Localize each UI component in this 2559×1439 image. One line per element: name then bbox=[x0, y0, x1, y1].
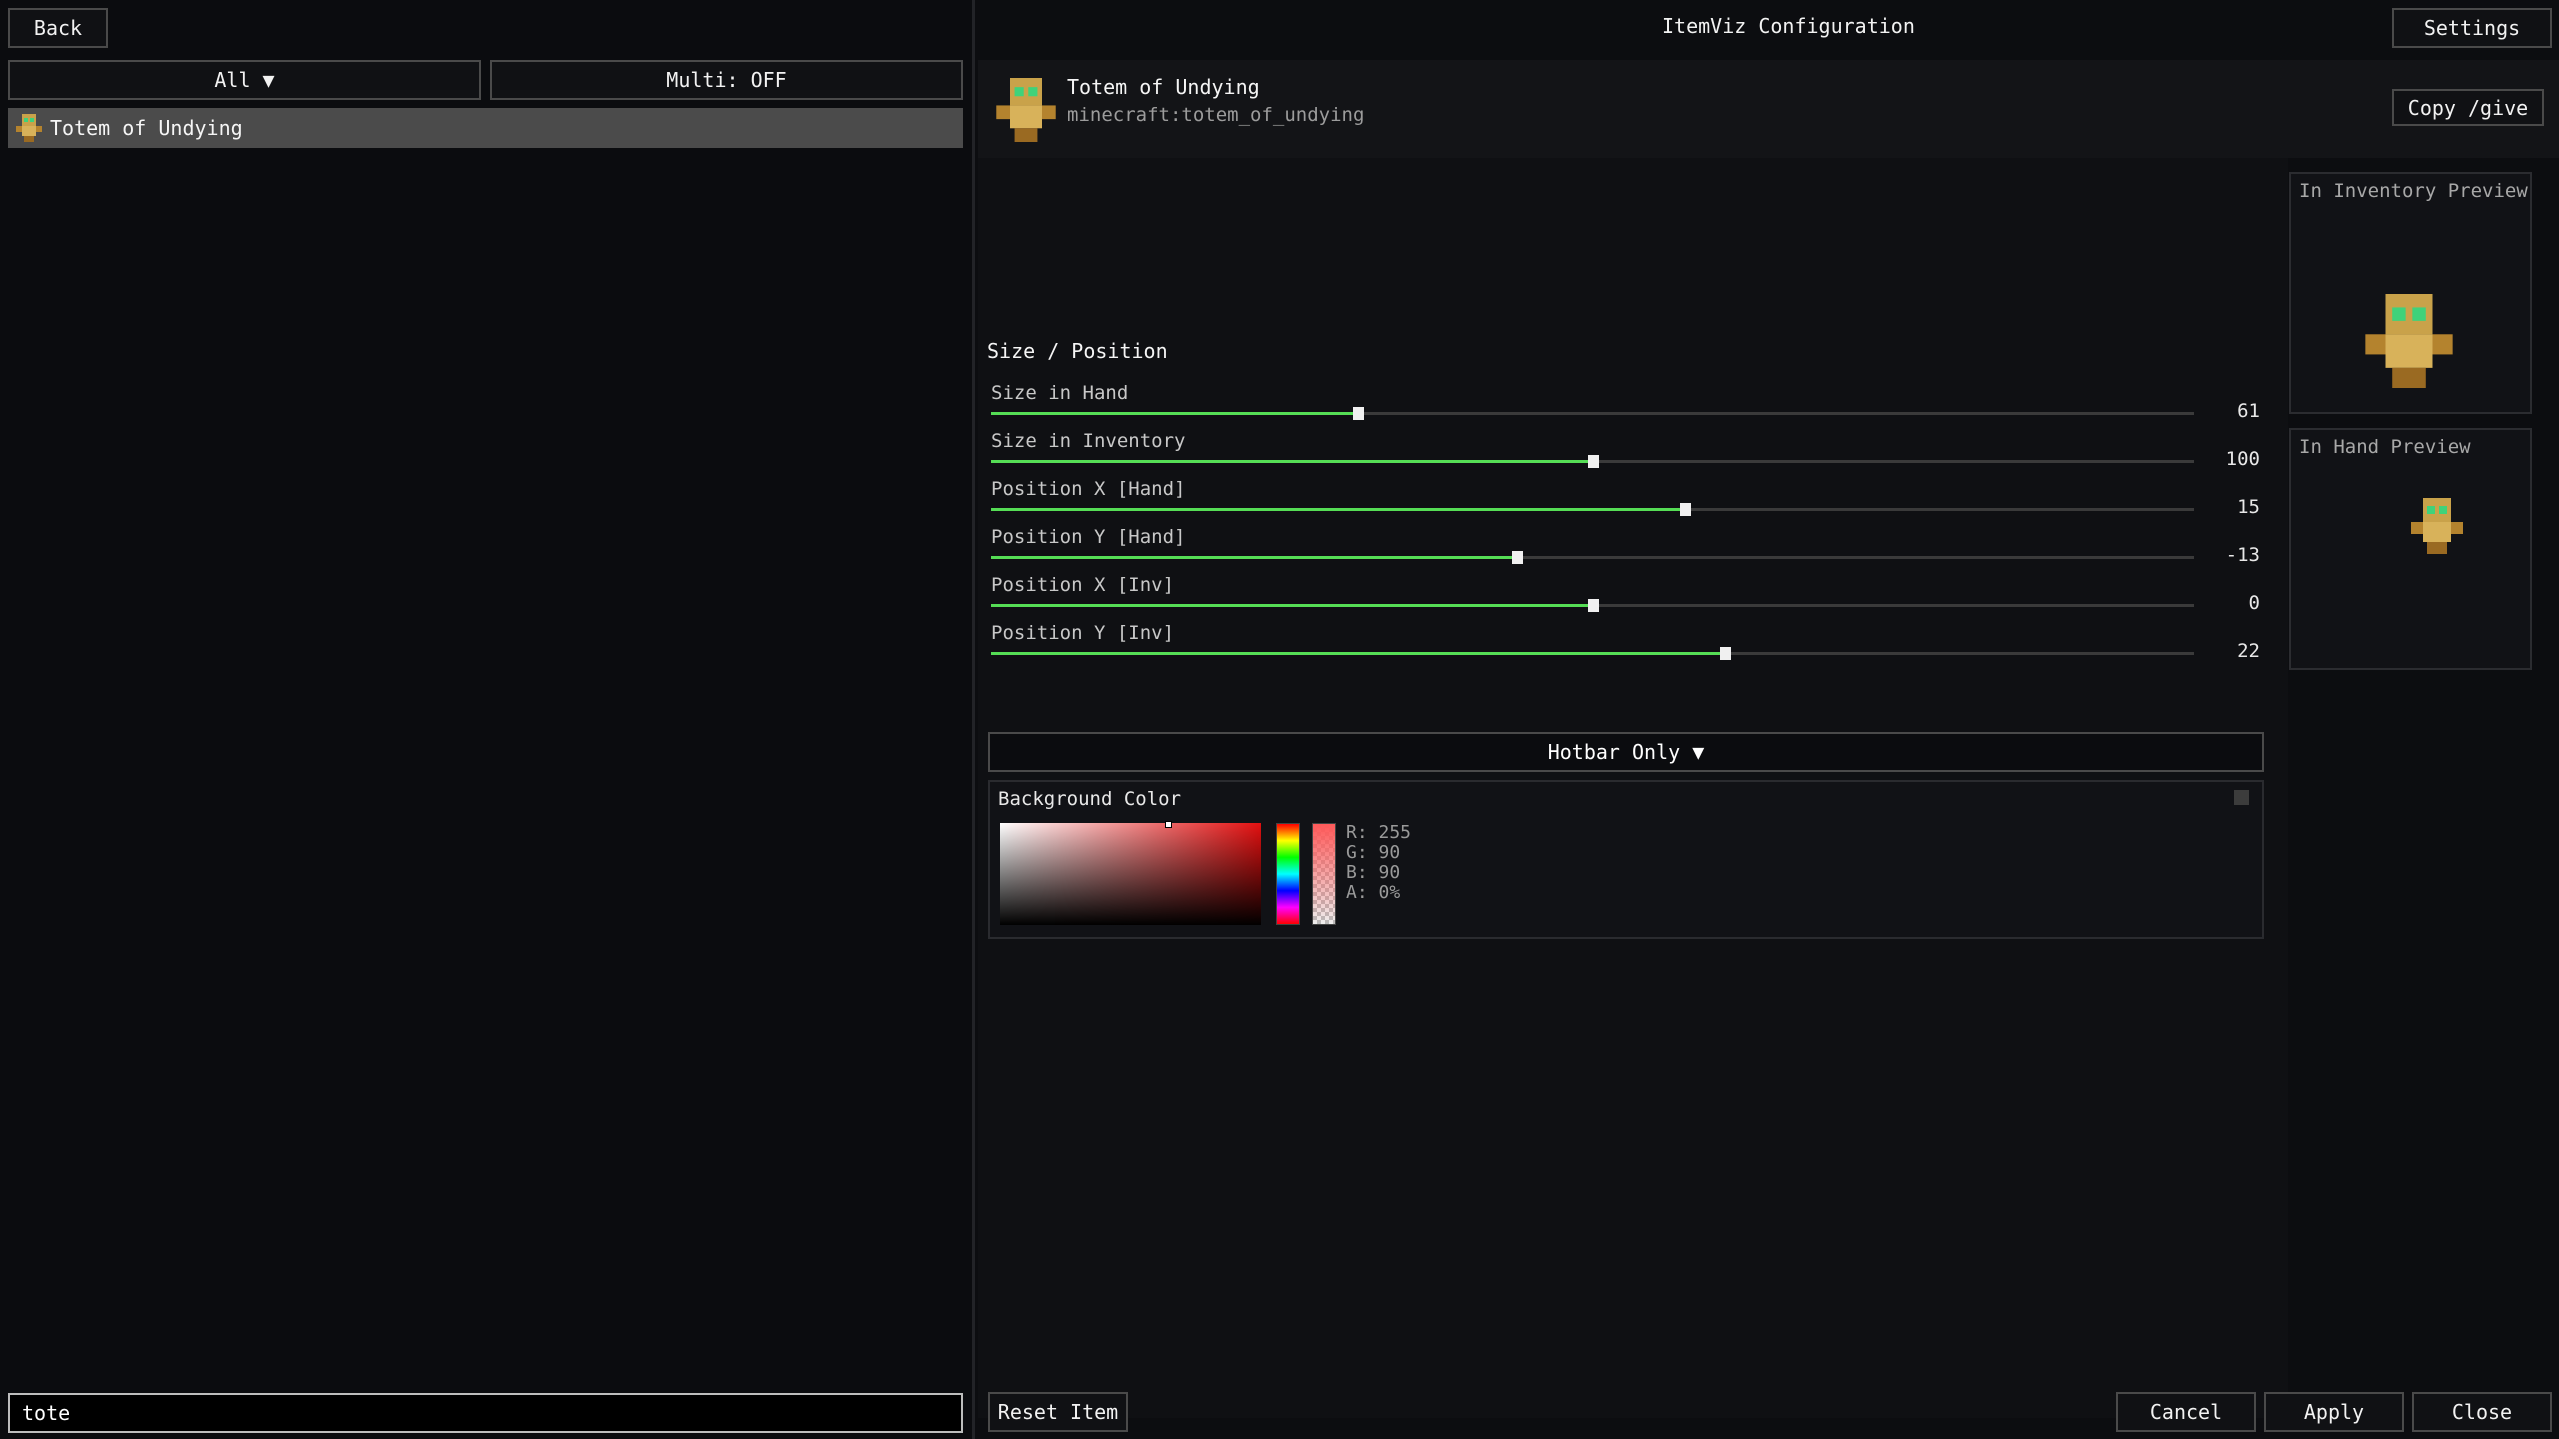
slider-value: 15 bbox=[2237, 496, 2260, 518]
green-value: G: 90 bbox=[1346, 842, 1401, 863]
slider-value: 100 bbox=[2225, 448, 2260, 470]
slider-handle[interactable] bbox=[1587, 455, 1599, 468]
saturation-value-picker[interactable] bbox=[1000, 823, 1261, 925]
display-mode-dropdown[interactable]: Hotbar Only ▼ bbox=[988, 732, 2264, 772]
inventory-preview-label: In Inventory Preview bbox=[2299, 180, 2528, 202]
totem-icon bbox=[2365, 294, 2453, 388]
slider-handle[interactable] bbox=[1680, 503, 1692, 516]
slider-track[interactable] bbox=[991, 407, 2194, 420]
item-name: Totem of Undying bbox=[1067, 75, 1260, 99]
slider-track[interactable] bbox=[991, 599, 2194, 612]
slider-track[interactable] bbox=[991, 503, 2194, 516]
slider-fill bbox=[991, 412, 1358, 415]
multi-toggle-button[interactable]: Multi: OFF bbox=[490, 60, 963, 100]
alpha-slider[interactable] bbox=[1312, 823, 1336, 925]
slider-fill bbox=[991, 652, 1725, 655]
slider-track[interactable] bbox=[991, 647, 2194, 660]
slider-fill bbox=[991, 556, 1517, 559]
slider-handle[interactable] bbox=[1719, 647, 1731, 660]
hand-preview-panel: In Hand Preview bbox=[2289, 428, 2532, 670]
slider-track[interactable] bbox=[991, 551, 2194, 564]
page-title: ItemViz Configuration bbox=[1662, 14, 1915, 38]
slider-handle[interactable] bbox=[1511, 551, 1523, 564]
slider-label: Position X [Inv] bbox=[991, 574, 1175, 596]
slider-fill bbox=[991, 460, 1593, 463]
settings-button[interactable]: Settings bbox=[2392, 8, 2552, 48]
slider-label: Size in Inventory bbox=[991, 430, 1186, 452]
item-id: minecraft:totem_of_undying bbox=[1067, 104, 1365, 126]
search-input-value: tote bbox=[22, 1401, 71, 1425]
hand-preview-label: In Hand Preview bbox=[2299, 436, 2471, 458]
slider-fill bbox=[991, 604, 1593, 607]
display-mode-selected: Hotbar Only ▼ bbox=[1547, 740, 1705, 764]
totem-icon bbox=[16, 114, 42, 142]
cancel-button[interactable]: Cancel bbox=[2116, 1392, 2256, 1432]
slider-label: Position Y [Hand] bbox=[991, 526, 1186, 548]
color-reset-toggle[interactable] bbox=[2234, 790, 2249, 805]
slider-value: -13 bbox=[2225, 544, 2260, 566]
slider-value: 0 bbox=[2248, 592, 2260, 614]
slider-label: Position Y [Inv] bbox=[991, 622, 1175, 644]
apply-button[interactable]: Apply bbox=[2264, 1392, 2404, 1432]
list-item-label: Totem of Undying bbox=[50, 116, 243, 140]
slider-value: 22 bbox=[2237, 640, 2260, 662]
slider-track[interactable] bbox=[991, 455, 2194, 468]
slider-value: 61 bbox=[2237, 400, 2260, 422]
hue-slider[interactable] bbox=[1276, 823, 1300, 925]
back-button[interactable]: Back bbox=[8, 8, 108, 48]
slider-fill bbox=[991, 508, 1686, 511]
alpha-value: A: 0% bbox=[1346, 882, 1401, 903]
reset-item-button[interactable]: Reset Item bbox=[988, 1392, 1128, 1432]
filter-dropdown[interactable]: All ▼ bbox=[8, 60, 481, 100]
pane-divider bbox=[972, 0, 975, 1439]
search-input[interactable]: tote bbox=[8, 1393, 963, 1433]
close-button[interactable]: Close bbox=[2412, 1392, 2552, 1432]
blue-value: B: 90 bbox=[1346, 862, 1401, 883]
red-value: R: 255 bbox=[1346, 822, 1412, 843]
slider-handle[interactable] bbox=[1587, 599, 1599, 612]
totem-icon bbox=[2411, 498, 2463, 554]
copy-give-button[interactable]: Copy /give bbox=[2392, 89, 2544, 126]
list-item[interactable]: Totem of Undying bbox=[8, 108, 963, 148]
slider-handle[interactable] bbox=[1352, 407, 1364, 420]
section-title-size-position: Size / Position bbox=[987, 339, 1168, 363]
slider-label: Position X [Hand] bbox=[991, 478, 1186, 500]
inventory-preview-panel: In Inventory Preview bbox=[2289, 172, 2532, 414]
picker-cursor[interactable] bbox=[1165, 821, 1172, 828]
totem-icon bbox=[996, 78, 1056, 142]
slider-label: Size in Hand bbox=[991, 382, 1129, 404]
item-list-pane bbox=[0, 0, 972, 1439]
background-color-title: Background Color bbox=[998, 788, 1182, 810]
